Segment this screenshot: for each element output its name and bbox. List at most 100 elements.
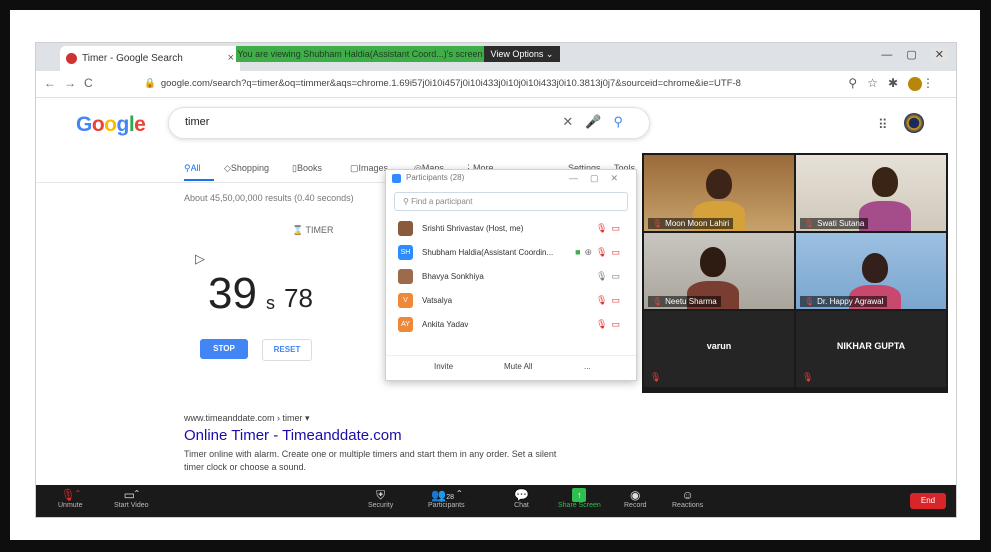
participant-avatar — [398, 221, 413, 236]
video-tile[interactable]: 🎙 Dr. Happy Agrawal — [796, 233, 946, 309]
tab-shopping[interactable]: ◇ Shopping — [224, 163, 269, 174]
url-field[interactable]: 🔒 google.com/search?q=timer&oq=timmer&aqs… — [144, 74, 844, 93]
close-icon[interactable]: ✕ — [930, 48, 948, 61]
participants-button[interactable]: 👥28 ˆ Participants — [428, 488, 465, 509]
unmute-button[interactable]: 🎙ˆ Unmute — [58, 488, 83, 509]
search-query[interactable]: timer — [185, 116, 209, 128]
participant-row[interactable]: Bhavya Sonkhiya 🎙▭ — [386, 265, 636, 289]
video-tile[interactable]: NIKHAR GUPTA 🎙 — [796, 311, 946, 387]
participant-avatar: AY — [398, 317, 413, 332]
participant-row[interactable]: SH Shubham Haldia(Assistant Coordin... ■… — [386, 241, 636, 265]
search-result: www.timeanddate.com › timer ▾ Online Tim… — [184, 413, 634, 474]
participant-name: Ankita Yadav — [422, 320, 469, 329]
mute-all-button[interactable]: Mute All — [504, 362, 532, 371]
panel-window-controls: —▢✕ — [569, 170, 630, 186]
video-tile[interactable]: 🎙 Swati Sutana — [796, 155, 946, 231]
mic-muted-icon: 🎙 — [650, 372, 662, 382]
tab-all[interactable]: ⚲ All — [184, 163, 201, 174]
reload-icon[interactable]: C — [84, 76, 101, 90]
voice-search-icon[interactable]: 🎤 — [585, 114, 613, 129]
participant-row[interactable]: Srishti Shrivastav (Host, me) 🎙▭ — [386, 217, 636, 241]
tab-images[interactable]: ▢ Images — [350, 163, 388, 174]
back-icon[interactable]: ← — [44, 76, 64, 90]
minimize-icon[interactable]: — — [569, 173, 590, 183]
share-screen-button[interactable]: ↑ Share Screen — [558, 488, 601, 509]
chat-button[interactable]: 💬 Chat — [514, 488, 529, 509]
tab-title: Timer - Google Search — [82, 53, 183, 64]
profile-avatar[interactable] — [908, 76, 922, 91]
participants-icon: 👥28 ˆ — [431, 488, 462, 502]
record-button[interactable]: ◉ Record — [624, 488, 647, 509]
star-icon[interactable]: ☆ — [867, 76, 888, 90]
nav-buttons: ←→C — [44, 76, 101, 90]
close-icon[interactable]: ✕ — [610, 173, 630, 183]
maximize-icon[interactable]: ▢ — [590, 173, 611, 183]
apps-grid-icon[interactable]: ⠿ — [878, 117, 888, 133]
reactions-icon: ☺ — [681, 488, 694, 502]
puzzle-icon[interactable]: ✱ — [888, 76, 908, 90]
minimize-icon[interactable]: — — [881, 49, 906, 61]
participant-name: Bhavya Sonkhiya — [422, 272, 484, 281]
mic-muted-icon: 🎙 — [652, 219, 663, 228]
timer-widget: ⌛ TIMER ▷ 39 s 78 STOP RESET — [184, 211, 394, 366]
video-tile[interactable]: 🎙 Neetu Sharma — [644, 233, 794, 309]
tab-books[interactable]: ▯ Books — [292, 163, 322, 174]
result-snippet: Timer online with alarm. Create one or m… — [184, 449, 557, 472]
mouse-cursor-icon: ▷ — [195, 251, 205, 266]
video-off-icon: ▭ — [611, 247, 624, 257]
participant-status: 🎙▭ — [596, 319, 624, 330]
tab-close-icon[interactable]: × — [228, 46, 234, 71]
google-logo[interactable]: Google — [76, 113, 146, 137]
end-meeting-button[interactable]: End — [910, 493, 946, 509]
user-avatar[interactable] — [904, 113, 924, 133]
timer-tab[interactable]: ⌛ TIMER — [292, 225, 334, 236]
zoom-icon — [392, 174, 401, 183]
video-tile-name: varun — [706, 341, 732, 351]
participant-status: 🎙▭ — [596, 271, 624, 282]
video-tile-name: 🎙 Moon Moon Lahiri — [648, 218, 734, 229]
reactions-button[interactable]: ☺ Reactions — [672, 488, 703, 509]
participant-status: 🎙▭ — [596, 223, 624, 234]
window-controls: —▢ ✕ — [881, 48, 948, 61]
video-tile-name: 🎙 Neetu Sharma — [648, 296, 721, 307]
participant-row[interactable]: V Vatsalya 🎙▭ — [386, 289, 636, 313]
search-icon[interactable]: ⚲ — [613, 114, 635, 129]
stop-button[interactable]: STOP — [200, 339, 248, 359]
reset-button[interactable]: RESET — [262, 339, 312, 361]
result-title[interactable]: Online Timer - Timeanddate.com — [184, 427, 634, 444]
google-search-box[interactable]: timer ✕🎤⚲ — [168, 107, 650, 139]
video-off-icon: ▭ — [611, 295, 624, 305]
participant-name: Vatsalya — [422, 296, 453, 305]
video-tile[interactable]: varun 🎙 — [644, 311, 794, 387]
timer-seconds: 39 — [208, 269, 257, 318]
restore-icon[interactable]: ▢ — [906, 49, 930, 61]
zoom-screen-share: Timer - Google Search × You are viewing … — [35, 42, 957, 518]
view-options-button[interactable]: View Options ⌄ — [484, 46, 560, 62]
mic-muted-icon: 🎙ˆ — [60, 488, 80, 502]
active-tab-underline — [184, 179, 214, 181]
find-participant-input[interactable]: ⚲ Find a participant — [394, 192, 628, 211]
record-icon: ◉ — [630, 488, 641, 502]
menu-dots-icon[interactable]: ⋮ — [922, 76, 944, 90]
video-tile-name: 🎙 Swati Sutana — [800, 218, 869, 229]
invite-button[interactable]: Invite — [434, 362, 453, 371]
search-tools: ✕🎤⚲ — [562, 114, 635, 130]
participant-head — [872, 167, 898, 197]
zoom-toolbar: 🎙ˆ Unmute ▭ˆ Start Video ⛨ Security 👥28 ˆ Pa… — [36, 485, 956, 517]
timer-centiseconds: 78 — [284, 283, 313, 313]
mic-muted-icon: 🎙 — [804, 219, 815, 228]
participant-row[interactable]: AY Ankita Yadav 🎙▭ — [386, 313, 636, 337]
photo-frame: Timer - Google Search × You are viewing … — [10, 10, 980, 540]
start-video-button[interactable]: ▭ˆ Start Video — [114, 488, 149, 509]
location-icon[interactable]: ⚲ — [848, 76, 867, 90]
mic-muted-icon: 🎙 — [596, 319, 612, 329]
result-url[interactable]: www.timeanddate.com › timer ▾ — [184, 413, 634, 424]
video-tile-name: NIKHAR GUPTA — [836, 341, 906, 351]
forward-icon[interactable]: → — [64, 76, 84, 90]
more-options-button[interactable]: ... — [584, 362, 591, 371]
security-button[interactable]: ⛨ Security — [368, 488, 393, 509]
browser-tab[interactable]: Timer - Google Search × — [60, 46, 240, 71]
clear-icon[interactable]: ✕ — [562, 114, 585, 129]
video-tile[interactable]: 🎙 Moon Moon Lahiri — [644, 155, 794, 231]
share-screen-icon: ↑ — [572, 488, 587, 502]
